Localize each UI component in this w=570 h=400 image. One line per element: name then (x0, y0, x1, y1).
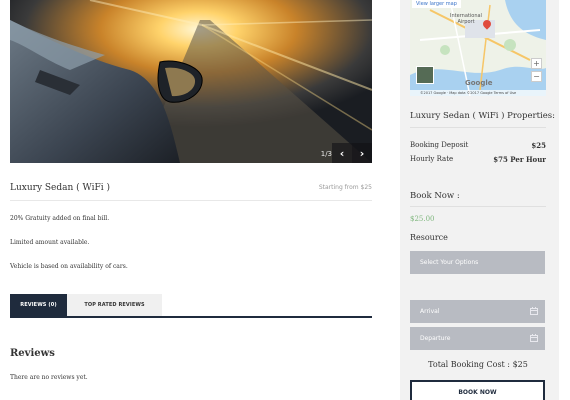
departure-placeholder: Departure (420, 335, 451, 342)
zoom-in-button[interactable]: + (531, 58, 542, 69)
zoom-out-button[interactable]: − (531, 71, 542, 82)
reviews-tabs: REVIEWS (0) TOP RATED REVIEWS (10, 294, 372, 318)
listing-title: Luxury Sedan ( WiFi ) (10, 183, 111, 193)
total-value: $25 (512, 360, 528, 369)
divider (410, 127, 546, 128)
property-row-deposit: Booking Deposit $25 (410, 141, 546, 150)
map-attribution: ©2017 Google · Map data ©2017 Google Ter… (410, 90, 546, 96)
google-logo: Google (465, 79, 493, 87)
booking-price: $25.00 (410, 215, 435, 223)
departure-date-field[interactable]: Departure (410, 327, 545, 350)
property-value: $25 (531, 141, 546, 150)
no-reviews-text: There are no reviews yet. (10, 374, 88, 381)
arrival-date-field[interactable]: Arrival (410, 300, 545, 323)
divider (410, 206, 546, 207)
satellite-toggle[interactable] (416, 66, 434, 84)
total-booking-cost: Total Booking Cost : $25 (410, 360, 546, 369)
arrival-placeholder: Arrival (420, 308, 440, 315)
resource-label: Resource (410, 233, 448, 242)
resource-select-placeholder: Select Your Options (420, 259, 479, 266)
tab-top-rated-reviews[interactable]: TOP RATED REVIEWS (67, 294, 162, 316)
reviews-heading: Reviews (10, 348, 55, 359)
resource-select[interactable]: Select Your Options (410, 251, 545, 274)
properties-title: Luxury Sedan ( WiFi ) Properties: (410, 111, 555, 121)
property-row-hourly-rate: Hourly Rate $75 Per Hour (410, 155, 546, 164)
book-now-title: Book Now : (410, 191, 460, 201)
property-label: Booking Deposit (410, 141, 469, 149)
book-now-button[interactable]: BOOK NOW (410, 380, 545, 400)
property-label: Hourly Rate (410, 155, 454, 163)
tab-reviews[interactable]: REVIEWS (0) (10, 294, 67, 316)
total-label: Total Booking Cost : (428, 360, 511, 369)
car-photo-illustration (10, 0, 372, 163)
location-map[interactable]: View larger map International Airport + … (410, 0, 546, 96)
car-hero-image: 1/3 ‹ › (10, 0, 372, 163)
calendar-icon (530, 334, 538, 342)
view-larger-map-link[interactable]: View larger map (412, 0, 461, 8)
slide-counter: 1/3 (320, 150, 332, 158)
booking-sidebar: View larger map International Airport + … (400, 0, 559, 400)
starting-price: Starting from $25 (318, 184, 372, 191)
note-vehicle: Vehicle is based on availability of cars… (10, 263, 128, 270)
note-availability: Limited amount available. (10, 239, 90, 246)
chevron-left-icon[interactable]: ‹ (332, 143, 352, 163)
listing-title-row: Luxury Sedan ( WiFi ) Starting from $25 (10, 183, 372, 201)
note-gratuity: 20% Gratuity added on final bill. (10, 215, 110, 222)
chevron-right-icon[interactable]: › (352, 143, 372, 163)
property-value: $75 Per Hour (493, 155, 546, 164)
calendar-icon (530, 307, 538, 315)
